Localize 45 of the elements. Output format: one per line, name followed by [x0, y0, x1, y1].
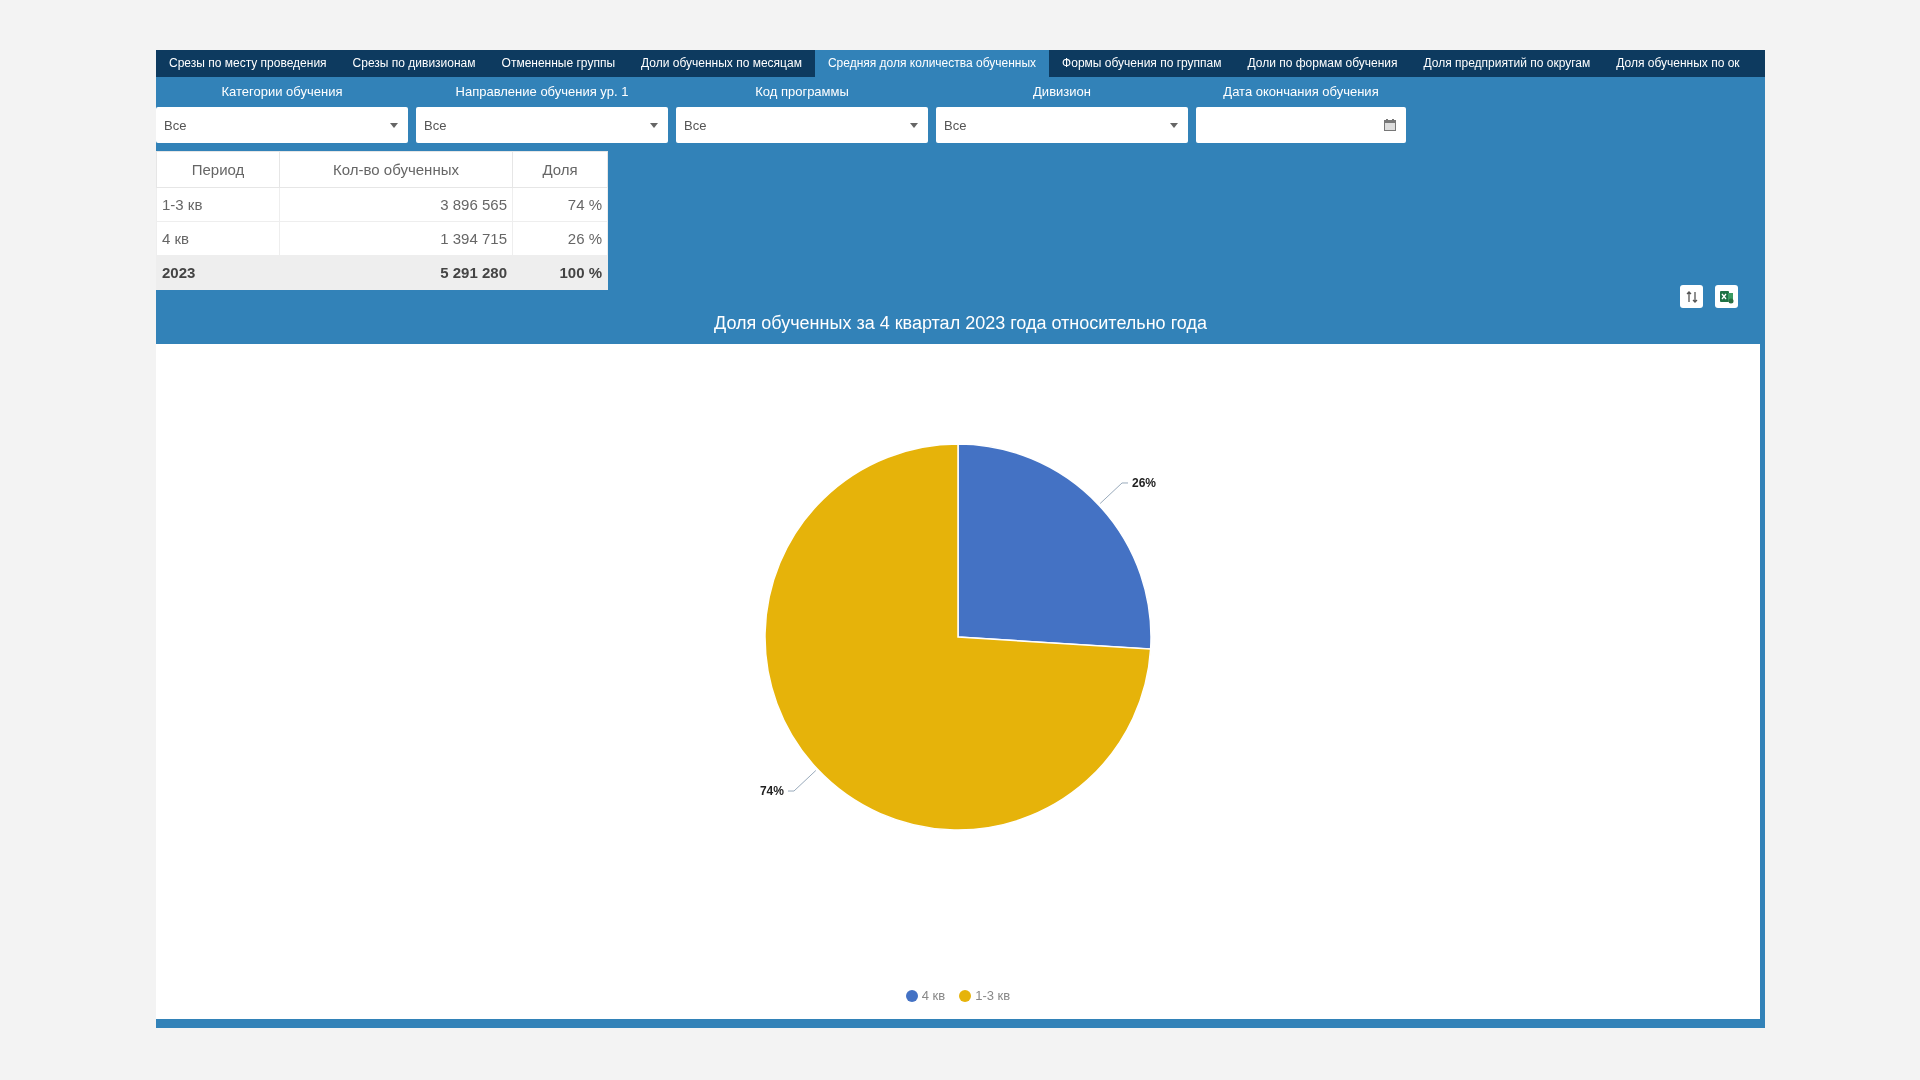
tab[interactable]: Доли обученных по месяцам [628, 50, 815, 77]
column-header: Период [156, 151, 280, 188]
leader-line [1099, 482, 1129, 504]
filter-label: Дивизион [1033, 85, 1091, 101]
dropdown-field[interactable]: Все [936, 107, 1188, 143]
caret-icon [650, 122, 658, 128]
tab[interactable]: Отмененные группы [488, 50, 629, 77]
tab[interactable]: Срезы по дивизионам [339, 50, 489, 77]
dropdown-field[interactable]: Все [676, 107, 928, 143]
table-cell: 26 % [512, 221, 608, 256]
data-label: 74% [759, 784, 784, 798]
filter-label: Категории обучения [221, 85, 343, 101]
tab[interactable]: Доля предприятий по округам [1410, 50, 1604, 77]
chart-title: Доля обученных за 4 квартал 2023 года относительно года [713, 312, 1208, 335]
date-field[interactable] [1196, 107, 1406, 143]
table-cell: 2023 [156, 255, 280, 290]
tab[interactable]: Средняя доля количества обученных [814, 50, 1050, 77]
filter-label: Направление обучения ур. 1 [455, 85, 629, 101]
spreadsheet-icon[interactable] [1715, 285, 1738, 308]
caret-icon [1170, 122, 1178, 128]
table-cell: 4 кв [156, 221, 280, 256]
calendar-icon [1384, 119, 1396, 131]
table-cell: 1 394 715 [279, 221, 513, 256]
caret-icon [390, 122, 398, 128]
leader-line [787, 770, 817, 792]
legend-label: 1-3 кв [975, 988, 1011, 1003]
tab[interactable]: Доля обученных по ок [1603, 50, 1753, 77]
caret-icon [910, 122, 918, 128]
table-cell: 3 896 565 [279, 187, 513, 222]
tab[interactable]: Срезы по месту проведения [156, 50, 340, 77]
dropdown-field[interactable]: Все [156, 107, 408, 143]
filter-label: Код программы [755, 85, 849, 101]
column-header: Кол-во обученных [279, 151, 513, 188]
tab[interactable]: Доли по формам обучения [1234, 50, 1411, 77]
column-header: Доля [512, 151, 608, 188]
data-label: 26% [1132, 476, 1157, 490]
filter-label: Дата окончания обучения [1223, 85, 1379, 101]
dropdown-field[interactable]: Все [416, 107, 668, 143]
table-cell: 100 % [512, 255, 608, 290]
sort-icon[interactable] [1680, 285, 1703, 308]
table-cell: 1-3 кв [156, 187, 280, 222]
table-cell: 5 291 280 [279, 255, 513, 290]
tab[interactable]: Формы обучения по группам [1049, 50, 1235, 77]
legend-label: 4 кв [921, 988, 946, 1003]
table-cell: 74 % [512, 187, 608, 222]
